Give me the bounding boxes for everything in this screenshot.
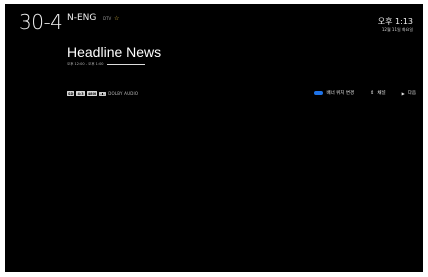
- program-progress-bar: [106, 64, 145, 65]
- help-channel[interactable]: ⇕ 채널: [370, 90, 385, 96]
- clock-time: 오후 1:13: [377, 17, 413, 26]
- dolby-audio-label: DOLBY AUDIO: [108, 91, 139, 96]
- program-time-row: 오후 12:00 - 오후 1:00: [67, 62, 145, 67]
- help-next[interactable]: ▶ 다음: [401, 90, 416, 97]
- stream-info-badges: SD 4:3 480i DOLBY AUDIO: [67, 91, 138, 96]
- scan-badge: 480i: [86, 91, 98, 96]
- dolby-icon: [99, 91, 107, 96]
- next-label: 다음: [407, 91, 416, 96]
- right-arrow-icon: ▶: [401, 90, 405, 96]
- program-progress-fill: [106, 64, 145, 65]
- banner-position-label: 배너 위치 변경: [326, 91, 355, 96]
- resolution-badge: SD: [67, 91, 75, 96]
- tv-screen: 30-4 N-ENG DTV ☆ 오후 1:13 12월 11일 화요일 Hea…: [5, 4, 423, 272]
- program-title: Headline News: [67, 44, 162, 60]
- channel-label: 채널: [377, 91, 386, 96]
- program-time-range: 오후 12:00 - 오후 1:00: [67, 62, 104, 66]
- channel-name: N-ENG: [67, 13, 97, 23]
- channel-number: 30-4: [19, 10, 63, 34]
- clock-date: 12월 11일 화요일: [381, 27, 413, 32]
- star-icon: ☆: [114, 15, 120, 22]
- aspect-badge: 4:3: [76, 91, 85, 96]
- remote-key-help: 배너 위치 변경 ⇕ 채널 ▶ 다음: [314, 90, 416, 96]
- help-banner-position[interactable]: 배너 위치 변경: [314, 90, 354, 96]
- up-down-arrow-icon: ⇕: [370, 89, 375, 96]
- blue-key-icon: [314, 91, 324, 95]
- dtv-badge: DTV: [103, 16, 112, 21]
